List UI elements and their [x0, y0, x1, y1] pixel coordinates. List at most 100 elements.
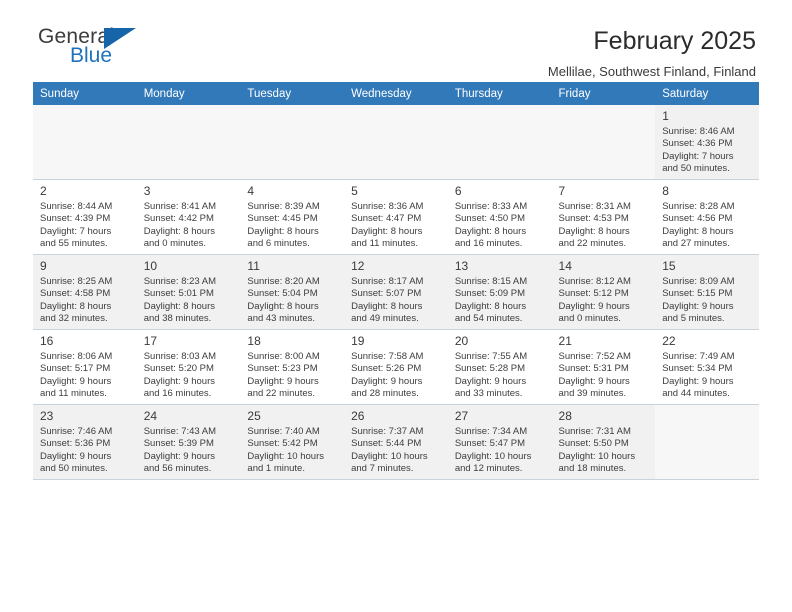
- calendar-cell-empty: [551, 105, 656, 180]
- calendar-cell-empty: [240, 105, 345, 180]
- day-sun-details: Sunrise: 7:31 AM Sunset: 5:50 PM Dayligh…: [558, 426, 636, 475]
- day-cell-content: 18 Sunrise: 8:00 AM Sunset: 5:23 PM Dayli…: [240, 330, 344, 401]
- calendar-day-cell[interactable]: 2 Sunrise: 8:44 AM Sunset: 4:39 PM Daylig…: [33, 179, 137, 255]
- day-sun-details: Sunrise: 8:36 AM Sunset: 4:47 PM Dayligh…: [351, 201, 424, 250]
- calendar-day-cell[interactable]: 3 Sunrise: 8:41 AM Sunset: 4:42 PM Daylig…: [136, 179, 241, 255]
- day-cell-content: 1 Sunrise: 8:46 AM Sunset: 4:36 PM Daylig…: [655, 105, 759, 176]
- calendar-day-cell[interactable]: 1 Sunrise: 8:46 AM Sunset: 4:36 PM Daylig…: [655, 105, 759, 180]
- day-cell-content: 16 Sunrise: 8:06 AM Sunset: 5:17 PM Dayli…: [33, 330, 137, 401]
- day-number: 2: [40, 184, 47, 198]
- day-number: 5: [351, 184, 358, 198]
- column-header-friday: Friday: [551, 82, 656, 105]
- calendar-day-cell[interactable]: 14 Sunrise: 8:12 AM Sunset: 5:12 PM Dayli…: [551, 254, 656, 330]
- calendar-day-cell[interactable]: 22 Sunrise: 7:49 AM Sunset: 5:34 PM Dayli…: [655, 329, 759, 405]
- day-sun-details: Sunrise: 8:39 AM Sunset: 4:45 PM Dayligh…: [247, 201, 320, 250]
- day-number: 3: [143, 184, 151, 198]
- day-sun-details: Sunrise: 7:49 AM Sunset: 5:34 PM Dayligh…: [662, 351, 735, 400]
- day-sun-details: Sunrise: 8:41 AM Sunset: 4:42 PM Dayligh…: [143, 201, 217, 250]
- calendar-cell-empty: [655, 404, 759, 480]
- day-cell-content: 22 Sunrise: 7:49 AM Sunset: 5:34 PM Dayli…: [655, 330, 759, 401]
- day-cell-content: 13 Sunrise: 8:15 AM Sunset: 5:09 PM Dayli…: [448, 255, 552, 326]
- day-number: 9: [40, 259, 47, 273]
- day-number: 16: [40, 334, 54, 348]
- calendar-day-cell[interactable]: 11 Sunrise: 8:20 AM Sunset: 5:04 PM Dayli…: [240, 254, 345, 330]
- day-sun-details: Sunrise: 7:55 AM Sunset: 5:28 PM Dayligh…: [454, 351, 528, 400]
- day-sun-details: Sunrise: 7:34 AM Sunset: 5:47 PM Dayligh…: [454, 426, 532, 475]
- calendar-day-cell[interactable]: 5 Sunrise: 8:36 AM Sunset: 4:47 PM Daylig…: [344, 179, 448, 255]
- calendar-day-cell[interactable]: 26 Sunrise: 7:37 AM Sunset: 5:44 PM Dayli…: [344, 404, 448, 480]
- day-sun-details: Sunrise: 7:43 AM Sunset: 5:39 PM Dayligh…: [143, 426, 217, 475]
- day-cell-content: 12 Sunrise: 8:17 AM Sunset: 5:07 PM Dayli…: [344, 255, 448, 326]
- column-header-sunday: Sunday: [33, 82, 137, 105]
- calendar-day-cell[interactable]: 9 Sunrise: 8:25 AM Sunset: 4:58 PM Daylig…: [33, 254, 137, 330]
- calendar-table: Sunday Monday Tuesday Wednesday Thursday…: [33, 82, 759, 480]
- day-number: 11: [247, 259, 260, 273]
- calendar-day-cell[interactable]: 21 Sunrise: 7:52 AM Sunset: 5:31 PM Dayli…: [551, 329, 656, 405]
- day-number: 15: [662, 259, 676, 273]
- brand-name-blue: Blue: [70, 44, 113, 67]
- calendar-day-cell[interactable]: 23 Sunrise: 7:46 AM Sunset: 5:36 PM Dayli…: [33, 404, 137, 480]
- day-cell-content: 23 Sunrise: 7:46 AM Sunset: 5:36 PM Dayli…: [33, 405, 137, 476]
- day-number: 4: [247, 184, 255, 198]
- page-header: General Blue February 2025 Mellilae, Sou…: [33, 0, 759, 80]
- calendar-day-cell[interactable]: 8 Sunrise: 8:28 AM Sunset: 4:56 PM Daylig…: [655, 179, 759, 255]
- calendar-day-cell[interactable]: 19 Sunrise: 7:58 AM Sunset: 5:26 PM Dayli…: [344, 329, 448, 405]
- day-cell-content: 28 Sunrise: 7:31 AM Sunset: 5:50 PM Dayli…: [552, 405, 656, 476]
- day-sun-details: Sunrise: 7:40 AM Sunset: 5:42 PM Dayligh…: [247, 426, 324, 475]
- calendar-day-cell[interactable]: 6 Sunrise: 8:33 AM Sunset: 4:50 PM Daylig…: [447, 179, 552, 255]
- calendar-day-cell[interactable]: 10 Sunrise: 8:23 AM Sunset: 5:01 PM Dayli…: [136, 254, 241, 330]
- calendar-day-cell[interactable]: 12 Sunrise: 8:17 AM Sunset: 5:07 PM Dayli…: [344, 254, 448, 330]
- day-cell-content: 15 Sunrise: 8:09 AM Sunset: 5:15 PM Dayli…: [655, 255, 759, 326]
- page-title: February 2025: [593, 27, 756, 55]
- calendar-cell-empty: [447, 105, 552, 180]
- day-cell-content: 2 Sunrise: 8:44 AM Sunset: 4:39 PM Daylig…: [33, 180, 137, 251]
- day-sun-details: Sunrise: 8:33 AM Sunset: 4:50 PM Dayligh…: [454, 201, 528, 250]
- day-sun-details: Sunrise: 8:09 AM Sunset: 5:15 PM Dayligh…: [662, 276, 735, 325]
- day-sun-details: Sunrise: 7:37 AM Sunset: 5:44 PM Dayligh…: [351, 426, 428, 475]
- day-number: 10: [143, 259, 158, 273]
- page-subtitle: Mellilae, Southwest Finland, Finland: [547, 64, 756, 79]
- calendar-day-cell[interactable]: 25 Sunrise: 7:40 AM Sunset: 5:42 PM Dayli…: [240, 404, 345, 480]
- day-sun-details: Sunrise: 8:28 AM Sunset: 4:56 PM Dayligh…: [662, 201, 735, 250]
- brand-logo[interactable]: General Blue: [33, 26, 218, 66]
- day-number: 8: [662, 184, 669, 198]
- calendar-day-cell[interactable]: 24 Sunrise: 7:43 AM Sunset: 5:39 PM Dayli…: [136, 404, 241, 480]
- calendar-day-cell[interactable]: 20 Sunrise: 7:55 AM Sunset: 5:28 PM Dayli…: [447, 329, 552, 405]
- day-cell-content: 8 Sunrise: 8:28 AM Sunset: 4:56 PM Daylig…: [655, 180, 759, 251]
- column-header-wednesday: Wednesday: [344, 82, 448, 105]
- day-cell-content: 14 Sunrise: 8:12 AM Sunset: 5:12 PM Dayli…: [552, 255, 656, 326]
- day-sun-details: Sunrise: 8:06 AM Sunset: 5:17 PM Dayligh…: [40, 351, 113, 400]
- column-header-monday: Monday: [136, 82, 241, 105]
- day-cell-content: 9 Sunrise: 8:25 AM Sunset: 4:58 PM Daylig…: [33, 255, 137, 326]
- calendar-day-cell[interactable]: 27 Sunrise: 7:34 AM Sunset: 5:47 PM Dayli…: [447, 404, 552, 480]
- calendar-day-cell[interactable]: 15 Sunrise: 8:09 AM Sunset: 5:15 PM Dayli…: [655, 254, 759, 330]
- calendar-day-cell[interactable]: 7 Sunrise: 8:31 AM Sunset: 4:53 PM Daylig…: [551, 179, 656, 255]
- day-number: 25: [247, 409, 261, 423]
- day-number: 14: [558, 259, 572, 273]
- calendar-day-cell[interactable]: 13 Sunrise: 8:15 AM Sunset: 5:09 PM Dayli…: [447, 254, 552, 330]
- day-number: 12: [351, 259, 365, 273]
- day-number: 18: [247, 334, 261, 348]
- day-sun-details: Sunrise: 8:44 AM Sunset: 4:39 PM Dayligh…: [40, 201, 113, 250]
- day-sun-details: Sunrise: 7:58 AM Sunset: 5:26 PM Dayligh…: [351, 351, 424, 400]
- day-sun-details: Sunrise: 8:12 AM Sunset: 5:12 PM Dayligh…: [558, 276, 631, 325]
- day-cell-content: 3 Sunrise: 8:41 AM Sunset: 4:42 PM Daylig…: [137, 180, 241, 251]
- day-sun-details: Sunrise: 8:17 AM Sunset: 5:07 PM Dayligh…: [351, 276, 424, 325]
- calendar-day-cell[interactable]: 17 Sunrise: 8:03 AM Sunset: 5:20 PM Dayli…: [136, 329, 241, 405]
- day-number: 19: [351, 334, 365, 348]
- day-sun-details: Sunrise: 8:00 AM Sunset: 5:23 PM Dayligh…: [247, 351, 320, 400]
- day-number: 13: [454, 259, 469, 273]
- calendar-day-cell[interactable]: 4 Sunrise: 8:39 AM Sunset: 4:45 PM Daylig…: [240, 179, 345, 255]
- day-cell-content: 25 Sunrise: 7:40 AM Sunset: 5:42 PM Dayli…: [240, 405, 344, 476]
- day-sun-details: Sunrise: 8:23 AM Sunset: 5:01 PM Dayligh…: [143, 276, 217, 325]
- day-sun-details: Sunrise: 8:20 AM Sunset: 5:04 PM Dayligh…: [247, 276, 320, 325]
- day-sun-details: Sunrise: 8:03 AM Sunset: 5:20 PM Dayligh…: [143, 351, 217, 400]
- calendar-day-cell[interactable]: 16 Sunrise: 8:06 AM Sunset: 5:17 PM Dayli…: [33, 329, 137, 405]
- day-cell-content: 17 Sunrise: 8:03 AM Sunset: 5:20 PM Dayli…: [137, 330, 241, 401]
- day-cell-content: 5 Sunrise: 8:36 AM Sunset: 4:47 PM Daylig…: [344, 180, 448, 251]
- calendar-day-cell[interactable]: 28 Sunrise: 7:31 AM Sunset: 5:50 PM Dayli…: [551, 404, 656, 480]
- day-cell-content: 6 Sunrise: 8:33 AM Sunset: 4:50 PM Daylig…: [448, 180, 552, 251]
- calendar-day-cell[interactable]: 18 Sunrise: 8:00 AM Sunset: 5:23 PM Dayli…: [240, 329, 345, 405]
- day-cell-content: 19 Sunrise: 7:58 AM Sunset: 5:26 PM Dayli…: [344, 330, 448, 401]
- day-cell-content: 20 Sunrise: 7:55 AM Sunset: 5:28 PM Dayli…: [448, 330, 552, 401]
